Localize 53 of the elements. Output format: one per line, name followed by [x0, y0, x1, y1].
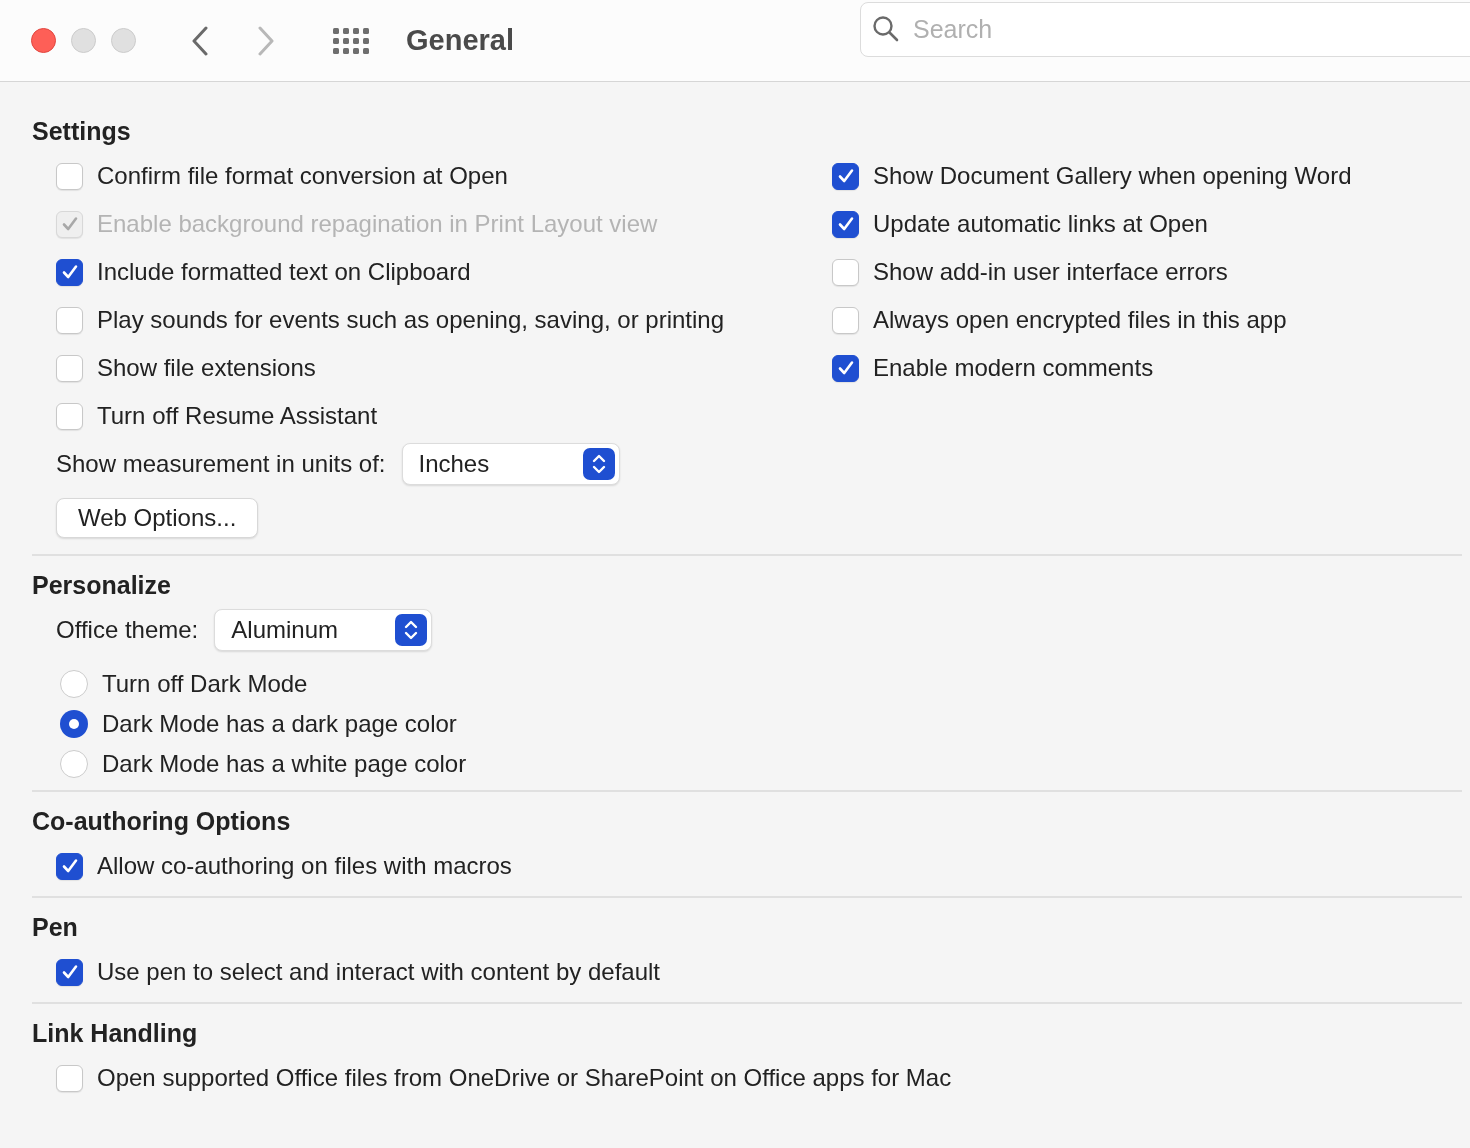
- checkbox-label: Confirm file format conversion at Open: [97, 161, 508, 191]
- checkbox-label: Use pen to select and interact with content by default: [97, 957, 660, 987]
- select-label: Office theme:: [56, 615, 199, 645]
- checkmark-icon: [836, 359, 855, 377]
- checkbox-label: Update automatic links at Open: [873, 209, 1208, 239]
- checkmark-icon: [836, 167, 855, 185]
- checkbox[interactable]: [832, 210, 859, 238]
- checkbox-label: Include formatted text on Clipboard: [97, 257, 471, 287]
- checkbox-label: Show add-in user interface errors: [873, 257, 1228, 287]
- radio-label: Dark Mode has a white page color: [102, 749, 467, 779]
- checkbox[interactable]: [56, 258, 83, 286]
- zoom-window-icon[interactable]: [111, 28, 136, 53]
- dropdown[interactable]: Inches: [401, 443, 620, 485]
- radio-button[interactable]: [60, 750, 88, 778]
- grid-icon[interactable]: [332, 26, 370, 55]
- checkmark-icon: [836, 215, 855, 233]
- checkmark-icon: [60, 263, 79, 281]
- web-options-button[interactable]: Web Options...: [56, 498, 259, 538]
- checkmark-icon: [60, 963, 79, 981]
- back-chevron-icon[interactable]: [190, 25, 210, 56]
- stepper-icon: [582, 448, 615, 480]
- checkmark-icon: [60, 215, 79, 233]
- checkbox[interactable]: [832, 354, 859, 382]
- section-heading: Pen: [32, 912, 79, 942]
- checkbox-label: Show file extensions: [97, 353, 316, 383]
- search-field[interactable]: Search: [860, 2, 1470, 57]
- checkbox-label: Allow co-authoring on files with macros: [97, 851, 512, 881]
- checkbox-label: Enable modern comments: [873, 353, 1154, 383]
- checkbox-label: Always open encrypted files in this app: [873, 305, 1287, 335]
- checkbox[interactable]: [832, 162, 859, 190]
- section-heading: Personalize: [32, 570, 172, 600]
- radio-label: Turn off Dark Mode: [102, 669, 308, 699]
- section-heading: Link Handling: [32, 1018, 199, 1048]
- checkbox-label: Enable background repagination in Print Layout view: [97, 209, 658, 239]
- section-heading: Co-authoring Options: [32, 806, 292, 836]
- select-label: Show measurement in units of:: [56, 449, 386, 479]
- minimize-window-icon[interactable]: [71, 28, 96, 53]
- stepper-icon: [395, 614, 428, 646]
- checkmark-icon: [60, 857, 79, 875]
- checkbox-label: Turn off Resume Assistant: [97, 401, 378, 431]
- radio-label: Dark Mode has a dark page color: [102, 709, 457, 739]
- checkbox[interactable]: [56, 852, 83, 880]
- dropdown[interactable]: Aluminum: [214, 609, 433, 651]
- radio-button[interactable]: [60, 670, 88, 698]
- radio-button[interactable]: [60, 710, 88, 738]
- checkbox[interactable]: [56, 958, 83, 986]
- section-heading: Settings: [32, 116, 132, 146]
- checkbox-label: Play sounds for events such as opening, saving, or printing: [97, 305, 725, 335]
- checkbox-label: Show Document Gallery when opening Word: [873, 161, 1352, 191]
- window-title: General: [406, 22, 514, 58]
- checkbox-label: Open supported Office files from OneDrive or SharePoint on Office apps for Mac: [97, 1063, 952, 1093]
- search-icon: [872, 15, 900, 43]
- close-window-icon[interactable]: [31, 28, 56, 53]
